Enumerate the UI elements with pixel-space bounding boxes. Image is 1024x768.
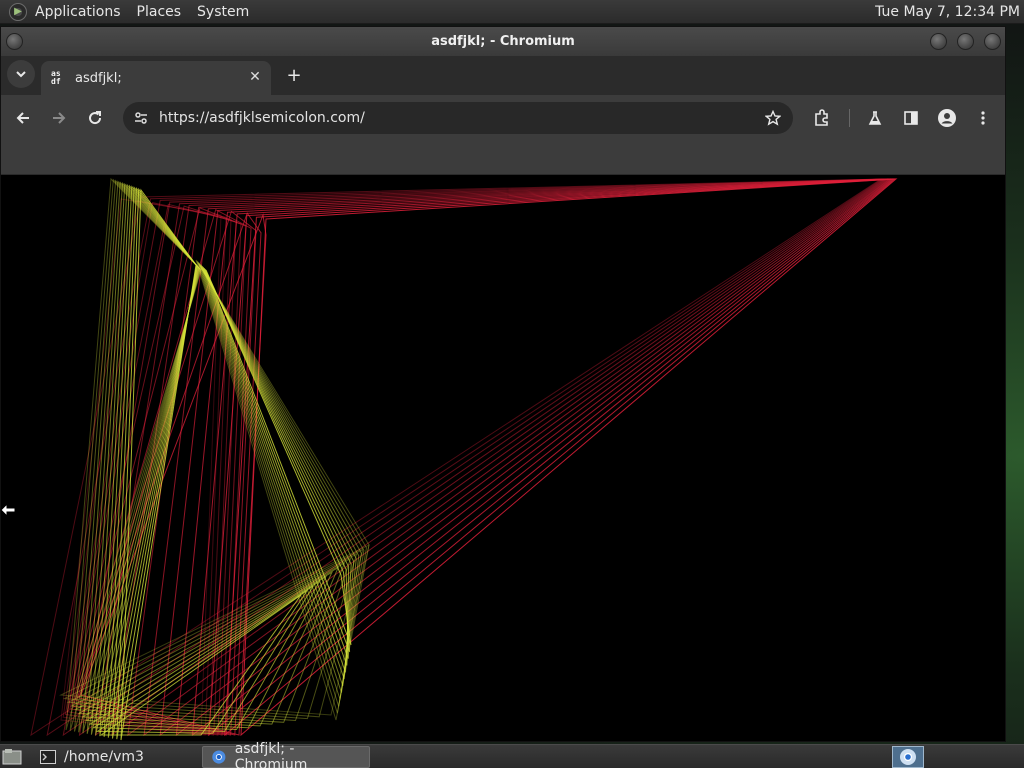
window-menu-button[interactable] xyxy=(6,33,23,50)
site-info-icon[interactable] xyxy=(132,109,150,127)
side-panel-icon xyxy=(904,111,918,125)
show-desktop-icon xyxy=(2,749,22,765)
chromium-icon xyxy=(212,750,226,764)
line-art-canvas[interactable] xyxy=(1,175,1005,741)
forward-button[interactable] xyxy=(47,106,71,130)
bookmarks-bar xyxy=(1,141,1005,175)
resize-cursor-icon xyxy=(0,503,16,517)
taskbar-item-label: asdfjkl; - Chromium xyxy=(234,741,308,768)
side-panel-button[interactable] xyxy=(899,106,923,130)
tab-strip: as df asdfjkl; ✕ + xyxy=(1,56,1005,95)
back-arrow-icon xyxy=(16,112,29,124)
red-line-triangle xyxy=(208,178,896,737)
site-favicon-icon: as df xyxy=(51,69,61,86)
top-panel: ▶ Applications Places System Tue May 7, … xyxy=(0,0,1024,24)
red-line-triangle xyxy=(46,178,884,737)
red-line-triangle xyxy=(240,178,898,737)
browser-toolbar: https://asdfjklsemicolon.com/ xyxy=(1,95,1005,141)
panel-menu-bar: ▶ Applications Places System xyxy=(0,0,257,23)
account-icon xyxy=(938,109,956,127)
red-line-triangle xyxy=(175,178,893,737)
taskbar-item-terminal[interactable]: /home/vm3 xyxy=(32,746,198,768)
distro-logo-icon[interactable]: ▶ xyxy=(9,2,27,21)
browser-menu-button[interactable] xyxy=(971,106,995,130)
red-line-triangle xyxy=(111,178,889,737)
page-content[interactable] xyxy=(1,175,1005,741)
labs-button[interactable] xyxy=(863,106,887,130)
bottom-panel: /home/vm3 asdfjkl; - Chromium xyxy=(0,741,1024,768)
flask-icon xyxy=(868,111,882,125)
minimize-button[interactable] xyxy=(930,33,947,50)
tab-title: asdfjkl; xyxy=(75,70,122,86)
kebab-menu-icon xyxy=(981,111,985,125)
taskbar-item-chromium[interactable]: asdfjkl; - Chromium xyxy=(202,741,370,768)
taskbar-item-label: /home/vm3 xyxy=(64,749,144,765)
system-menu[interactable]: System xyxy=(189,4,257,20)
tab-close-button[interactable]: ✕ xyxy=(247,69,263,85)
window-title-bar[interactable]: asdfjkl; - Chromium xyxy=(1,27,1005,56)
chevron-down-icon xyxy=(16,71,26,78)
profile-button[interactable] xyxy=(935,106,959,130)
back-button[interactable] xyxy=(11,106,35,130)
puzzle-piece-icon xyxy=(815,109,828,126)
extensions-button[interactable] xyxy=(810,106,834,130)
workspace-switcher[interactable] xyxy=(892,746,924,768)
address-bar[interactable]: https://asdfjklsemicolon.com/ xyxy=(123,102,793,134)
toolbar-separator xyxy=(849,109,850,127)
reload-button[interactable] xyxy=(83,106,107,130)
show-desktop-button[interactable] xyxy=(2,748,22,766)
terminal-icon xyxy=(40,750,56,764)
panel-clock[interactable]: Tue May 7, 12:34 PM xyxy=(875,4,1020,20)
tab-active[interactable]: as df asdfjkl; ✕ xyxy=(41,61,271,95)
places-menu[interactable]: Places xyxy=(129,4,190,20)
red-line-triangle xyxy=(94,178,888,737)
browser-window: asdfjkl; - Chromium as df asdfjkl; ✕ + h… xyxy=(0,26,1006,742)
forward-arrow-icon xyxy=(53,112,66,124)
close-window-button[interactable] xyxy=(984,33,1001,50)
address-bar-url[interactable]: https://asdfjklsemicolon.com/ xyxy=(159,110,365,126)
reload-icon xyxy=(89,111,102,125)
chromium-icon xyxy=(900,749,916,765)
applications-menu[interactable]: Applications xyxy=(33,4,129,20)
red-line-triangle xyxy=(224,178,897,737)
new-tab-button[interactable]: + xyxy=(283,64,305,86)
window-title: asdfjkl; - Chromium xyxy=(431,34,575,49)
tab-search-button[interactable] xyxy=(7,60,35,88)
maximize-button[interactable] xyxy=(957,33,974,50)
bookmark-star-icon[interactable] xyxy=(763,108,783,128)
